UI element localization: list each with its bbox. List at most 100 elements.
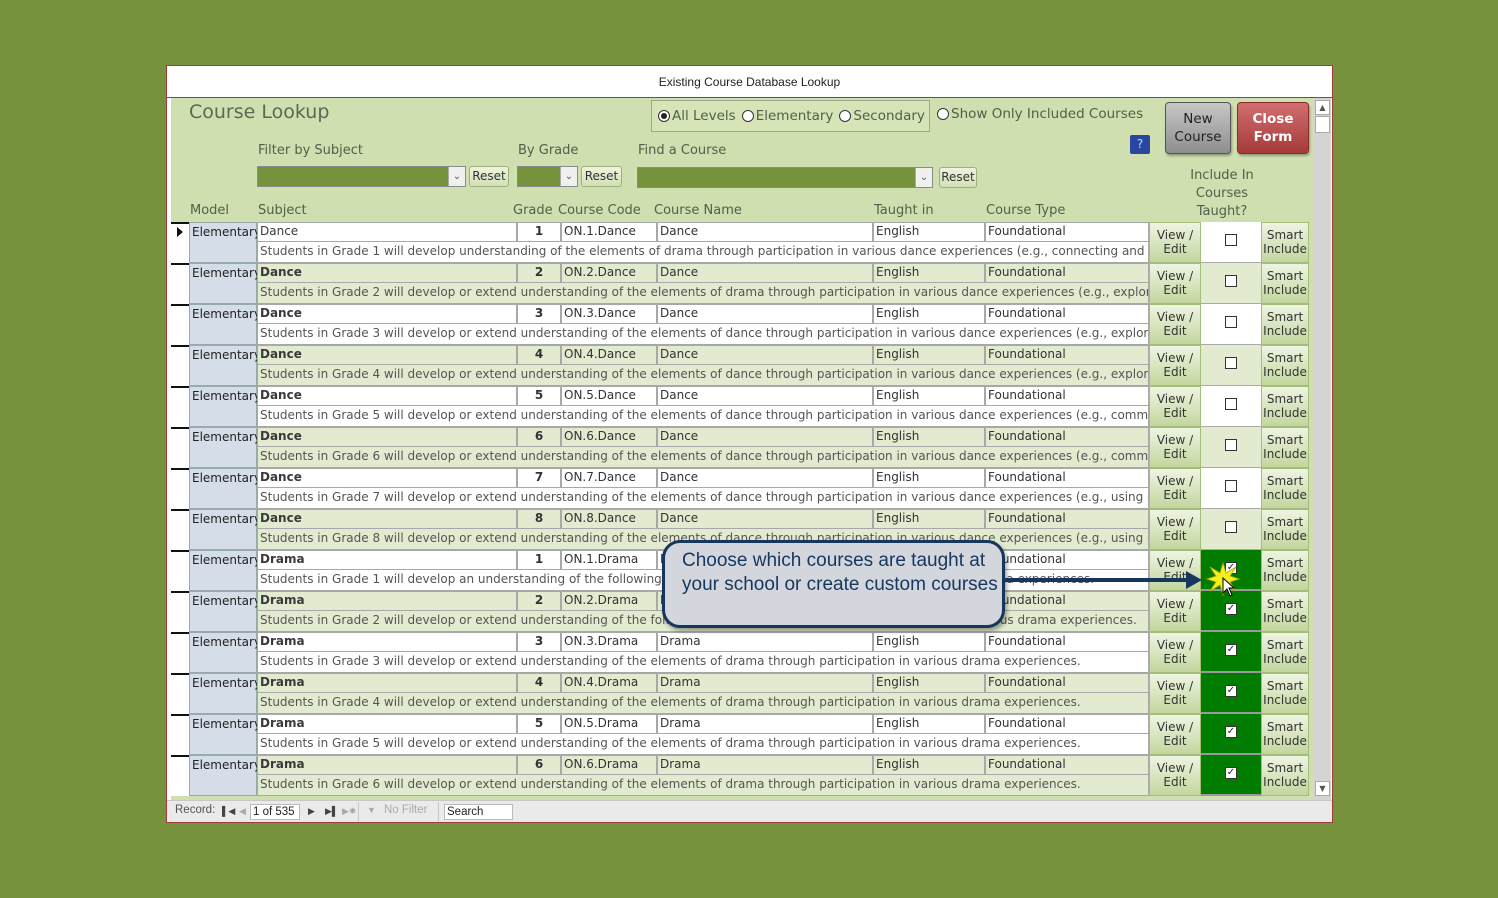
course-record-row[interactable]: Elementary Drama 4 ON.4.Drama Drama English Fo… bbox=[171, 673, 1311, 714]
smart-include-button[interactable]: Smart Include bbox=[1261, 632, 1309, 673]
course-name-cell[interactable]: Dance bbox=[657, 263, 873, 283]
vertical-scrollbar[interactable]: ▲ ▼ bbox=[1314, 98, 1331, 800]
description-cell[interactable]: Students in Grade 7 will develop or exte… bbox=[257, 488, 1149, 509]
grade-cell[interactable]: 1 bbox=[517, 550, 561, 570]
description-cell[interactable]: Students in Grade 4 will develop or exte… bbox=[257, 365, 1149, 386]
find-course-combo[interactable]: ⌄ bbox=[637, 167, 933, 188]
include-checkbox[interactable]: ✓ bbox=[1225, 685, 1237, 697]
record-selector[interactable] bbox=[171, 714, 189, 755]
course-type-cell[interactable]: Foundational bbox=[985, 304, 1149, 324]
subject-cell[interactable]: Drama bbox=[257, 550, 517, 570]
taught-in-cell[interactable]: English bbox=[873, 427, 985, 447]
taught-in-cell[interactable]: English bbox=[873, 345, 985, 365]
course-record-row[interactable]: Elementary Dance 3 ON.3.Dance Dance English Fo… bbox=[171, 304, 1311, 345]
subject-cell[interactable]: Dance bbox=[257, 468, 517, 488]
grade-cell[interactable]: 6 bbox=[517, 427, 561, 447]
course-name-cell[interactable]: Dance bbox=[657, 386, 873, 406]
view-edit-button[interactable]: View / Edit bbox=[1149, 632, 1201, 673]
course-record-row[interactable]: Elementary Dance 4 ON.4.Dance Dance English Fo… bbox=[171, 345, 1311, 386]
course-record-row[interactable]: Elementary Dance 1 ON.1.Dance Dance English Fo… bbox=[171, 222, 1311, 263]
record-selector[interactable] bbox=[171, 263, 189, 304]
record-selector[interactable] bbox=[171, 222, 189, 263]
record-selector[interactable] bbox=[171, 345, 189, 386]
course-type-cell[interactable]: Foundational bbox=[985, 386, 1149, 406]
course-type-cell[interactable]: Foundational bbox=[985, 509, 1149, 529]
subject-cell[interactable]: Dance bbox=[257, 427, 517, 447]
course-code-cell[interactable]: ON.5.Drama bbox=[561, 714, 657, 734]
grade-cell[interactable]: 7 bbox=[517, 468, 561, 488]
course-code-cell[interactable]: ON.2.Dance bbox=[561, 263, 657, 283]
subject-cell[interactable]: Drama bbox=[257, 755, 517, 775]
course-code-cell[interactable]: ON.5.Dance bbox=[561, 386, 657, 406]
model-cell[interactable]: Elementary bbox=[189, 427, 261, 468]
grade-cell[interactable]: 5 bbox=[517, 714, 561, 734]
include-checkbox[interactable] bbox=[1225, 234, 1237, 246]
view-edit-button[interactable]: View / Edit bbox=[1149, 263, 1201, 304]
record-selector[interactable] bbox=[171, 673, 189, 714]
include-checkbox[interactable]: ✓ bbox=[1225, 767, 1237, 779]
model-cell[interactable]: Elementary bbox=[189, 263, 261, 304]
course-record-row[interactable]: Elementary Dance 5 ON.5.Dance Dance English Fo… bbox=[171, 386, 1311, 427]
model-cell[interactable]: Elementary bbox=[189, 755, 261, 796]
taught-in-cell[interactable]: English bbox=[873, 509, 985, 529]
grade-filter-combo[interactable]: ⌄ bbox=[517, 166, 578, 187]
course-code-cell[interactable]: ON.3.Dance bbox=[561, 304, 657, 324]
smart-include-button[interactable]: Smart Include bbox=[1261, 427, 1309, 468]
view-edit-button[interactable]: View / Edit bbox=[1149, 427, 1201, 468]
record-selector[interactable] bbox=[171, 591, 189, 632]
include-checkbox[interactable] bbox=[1225, 275, 1237, 287]
taught-in-cell[interactable]: English bbox=[873, 468, 985, 488]
course-record-row[interactable]: Elementary Dance 7 ON.7.Dance Dance English Fo… bbox=[171, 468, 1311, 509]
taught-in-cell[interactable]: English bbox=[873, 673, 985, 693]
course-code-cell[interactable]: ON.2.Drama bbox=[561, 591, 657, 611]
course-name-cell[interactable]: Dance bbox=[657, 427, 873, 447]
course-type-cell[interactable]: Foundational bbox=[985, 755, 1149, 775]
radio-elementary[interactable]: Elementary bbox=[741, 108, 833, 124]
next-record-icon[interactable]: ▶ bbox=[308, 806, 315, 817]
description-cell[interactable]: Students in Grade 6 will develop or exte… bbox=[257, 447, 1149, 468]
grade-cell[interactable]: 3 bbox=[517, 304, 561, 324]
smart-include-button[interactable]: Smart Include bbox=[1261, 591, 1309, 632]
course-code-cell[interactable]: ON.7.Dance bbox=[561, 468, 657, 488]
view-edit-button[interactable]: View / Edit bbox=[1149, 222, 1201, 263]
course-type-cell[interactable]: Foundational bbox=[985, 714, 1149, 734]
scroll-thumb[interactable] bbox=[1315, 116, 1330, 133]
record-selector[interactable] bbox=[171, 509, 189, 550]
view-edit-button[interactable]: View / Edit bbox=[1149, 591, 1201, 632]
include-checkbox[interactable]: ✓ bbox=[1225, 644, 1237, 656]
view-edit-button[interactable]: View / Edit bbox=[1149, 509, 1201, 550]
course-code-cell[interactable]: ON.8.Dance bbox=[561, 509, 657, 529]
course-code-cell[interactable]: ON.6.Dance bbox=[561, 427, 657, 447]
subject-cell[interactable]: Dance bbox=[257, 345, 517, 365]
taught-in-cell[interactable]: English bbox=[873, 755, 985, 775]
taught-in-cell[interactable]: English bbox=[873, 714, 985, 734]
subject-cell[interactable]: Dance bbox=[257, 222, 517, 242]
description-cell[interactable]: Students in Grade 2 will develop or exte… bbox=[257, 283, 1149, 304]
model-cell[interactable]: Elementary bbox=[189, 222, 261, 263]
course-type-cell[interactable]: Foundational bbox=[985, 427, 1149, 447]
description-cell[interactable]: Students in Grade 5 will develop or exte… bbox=[257, 406, 1149, 427]
reset-subject-button[interactable]: Reset bbox=[469, 166, 509, 187]
course-name-cell[interactable]: Drama bbox=[657, 755, 873, 775]
radio-secondary[interactable]: Secondary bbox=[839, 108, 925, 124]
grade-cell[interactable]: 5 bbox=[517, 386, 561, 406]
course-record-row[interactable]: Elementary Dance 2 ON.2.Dance Dance English Fo… bbox=[171, 263, 1311, 304]
course-type-cell[interactable]: Foundational bbox=[985, 345, 1149, 365]
scroll-up-icon[interactable]: ▲ bbox=[1315, 100, 1330, 115]
smart-include-button[interactable]: Smart Include bbox=[1261, 673, 1309, 714]
model-cell[interactable]: Elementary bbox=[189, 550, 261, 591]
grade-cell[interactable]: 6 bbox=[517, 755, 561, 775]
description-cell[interactable]: Students in Grade 3 will develop or exte… bbox=[257, 652, 1149, 673]
taught-in-cell[interactable]: English bbox=[873, 304, 985, 324]
subject-filter-combo[interactable]: ⌄ bbox=[257, 166, 466, 187]
record-selector[interactable] bbox=[171, 755, 189, 796]
course-type-cell[interactable]: Foundational bbox=[985, 591, 1149, 611]
include-checkbox[interactable]: ✓ bbox=[1225, 603, 1237, 615]
record-selector[interactable] bbox=[171, 386, 189, 427]
course-code-cell[interactable]: ON.1.Drama bbox=[561, 550, 657, 570]
new-course-button[interactable]: New Course bbox=[1165, 102, 1231, 154]
record-selector[interactable] bbox=[171, 468, 189, 509]
previous-record-icon[interactable]: ◀ bbox=[239, 806, 246, 817]
description-cell[interactable]: Students in Grade 1 will develop underst… bbox=[257, 242, 1149, 263]
course-name-cell[interactable]: Dance bbox=[657, 222, 873, 242]
